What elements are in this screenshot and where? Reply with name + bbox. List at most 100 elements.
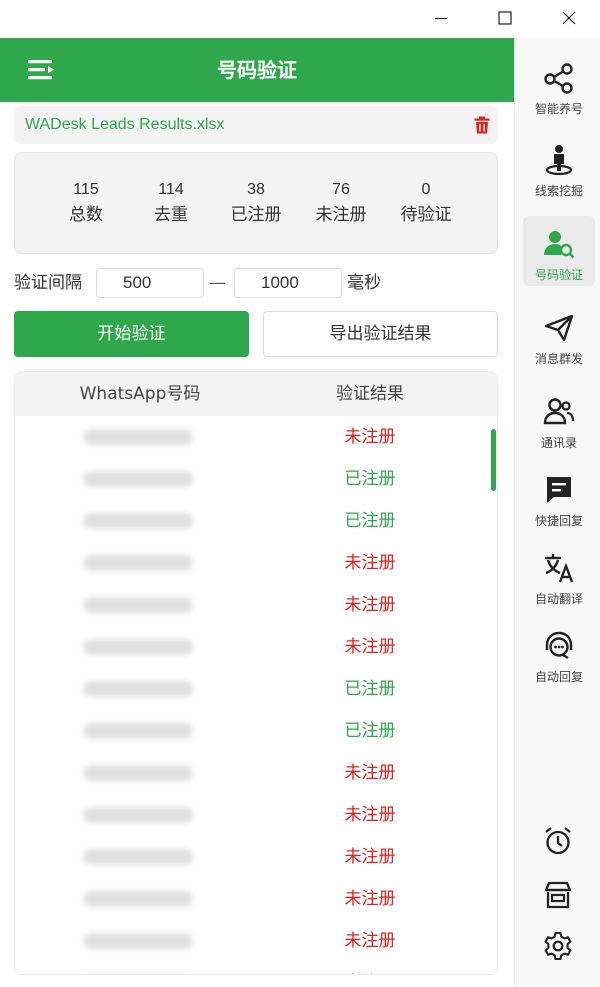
stat-value: 114 [158, 181, 184, 198]
table-row: 已注册 [15, 458, 485, 500]
stat-dedup: 114 去重 [131, 179, 211, 229]
table-row: 未注册 [15, 416, 485, 458]
interval-label: 验证间隔 [14, 273, 82, 293]
table-row: 未注册 [15, 542, 485, 584]
contacts-icon [543, 398, 575, 425]
interval-max-input[interactable]: 1000 [234, 268, 342, 298]
stat-value: 38 [247, 181, 265, 198]
table-row: 已注册 [15, 500, 485, 542]
interval-row: 验证间隔 500 — 1000 毫秒 [14, 268, 498, 298]
stat-label: 未注册 [315, 205, 367, 225]
maximize-button[interactable] [482, 0, 528, 36]
verify-result: 未注册 [344, 847, 396, 867]
table-body[interactable]: 未注册已注册已注册未注册未注册未注册已注册已注册未注册未注册未注册未注册未注册未… [15, 416, 497, 974]
window-titlebar [0, 0, 600, 38]
verify-result: 未注册 [344, 637, 396, 657]
verify-result: 未注册 [305, 962, 435, 974]
table-header: WhatsApp号码 验证结果 [15, 372, 497, 416]
minimize-icon [435, 17, 447, 20]
start-verify-button[interactable]: 开始验证 [14, 311, 249, 357]
phone-number-redacted [83, 681, 193, 697]
table-row: 未注册 [15, 836, 485, 878]
stat-value: 0 [421, 181, 431, 198]
share-nodes-icon [544, 63, 573, 94]
interval-dash: — [209, 273, 226, 293]
sidebar-item-auto-reply[interactable]: 自动回复 [523, 618, 595, 688]
table-row: 未注册 [15, 584, 485, 626]
verify-result: 未注册 [344, 763, 396, 783]
main-panel: 号码验证 WADesk Leads Results.xlsx 115 总数 11… [0, 38, 514, 987]
table-row: 未注册 [15, 920, 485, 962]
phone-number-redacted [83, 639, 193, 655]
sidebar-item-lead-mining[interactable]: 线索挖掘 [523, 132, 595, 202]
close-icon [562, 11, 576, 25]
export-results-button[interactable]: 导出验证结果 [263, 311, 498, 357]
close-button[interactable] [546, 0, 592, 36]
sidebar-item-label: 自动翻译 [534, 592, 583, 606]
trash-icon[interactable] [474, 116, 490, 134]
scrollbar-thumb[interactable] [491, 429, 496, 491]
sidebar-item-label: 智能养号 [534, 102, 583, 116]
stat-value: 115 [73, 181, 99, 198]
alarm-clock-icon[interactable] [543, 826, 573, 856]
file-row: WADesk Leads Results.xlsx [14, 106, 498, 144]
interval-min-input[interactable]: 500 [96, 268, 204, 298]
sidebar-item-auto-translate[interactable]: 自动翻译 [523, 540, 595, 610]
column-header-phone: WhatsApp号码 [79, 384, 201, 404]
sidebar-item-number-verify[interactable]: 号码验证 [523, 216, 595, 286]
verify-result: 已注册 [344, 679, 396, 699]
interval-unit: 毫秒 [347, 273, 381, 293]
table-row: 未注册 [15, 752, 485, 794]
translate-icon [545, 554, 574, 583]
sidebar-item-quick-reply[interactable]: 快捷回复 [523, 462, 595, 532]
phone-number-redacted [83, 765, 193, 781]
results-table: WhatsApp号码 验证结果 未注册 已注册 已注册 未注册 未注册 未注册 已注册 已注册… [14, 371, 498, 975]
sidebar-item-label: 号码验证 [534, 268, 583, 282]
sidebar-item-contacts[interactable]: 通讯录 [523, 384, 595, 454]
verify-result: 未注册 [344, 931, 396, 951]
stat-pending: 0 待验证 [386, 179, 466, 229]
verify-result: 已注册 [344, 721, 396, 741]
sidebar-item-label: 消息群发 [534, 352, 583, 366]
stats-panel: 115 总数 114 去重 38 已注册 76 未注册 0 待验证 [14, 152, 498, 254]
verify-result: 未注册 [344, 805, 396, 825]
stat-total: 115 总数 [46, 179, 126, 229]
person-location-icon [545, 145, 573, 176]
paper-plane-icon [544, 314, 574, 342]
sidebar-item-label: 线索挖掘 [534, 184, 583, 198]
sidebar-item-label: 自动回复 [534, 670, 583, 684]
minimize-button[interactable] [418, 0, 464, 36]
verify-result: 已注册 [344, 511, 396, 531]
table-row: 未注册 [15, 794, 485, 836]
phone-number-redacted [83, 807, 193, 823]
phone-number-redacted [83, 597, 193, 613]
phone-number-redacted [83, 891, 193, 907]
stat-unregistered: 76 未注册 [301, 179, 381, 229]
sidebar-item-smart-nurture[interactable]: 智能养号 [523, 50, 595, 120]
verify-result: 未注册 [344, 553, 396, 573]
header-bar: 号码验证 [0, 38, 514, 102]
sidebar-item-mass-message[interactable]: 消息群发 [523, 300, 595, 370]
column-header-result: 验证结果 [336, 384, 404, 404]
phone-number-redacted [83, 849, 193, 865]
store-icon[interactable] [543, 880, 573, 910]
verify-result: 未注册 [344, 595, 396, 615]
headset-chat-icon [545, 631, 573, 660]
file-name: WADesk Leads Results.xlsx [25, 116, 225, 133]
sidebar-item-label: 快捷回复 [534, 514, 583, 528]
phone-number-redacted [83, 555, 193, 571]
phone-number-redacted [83, 513, 193, 529]
gear-icon[interactable] [543, 931, 573, 961]
verify-result: 未注册 [344, 889, 396, 909]
phone-number-redacted [83, 471, 193, 487]
table-row: 未注册 [15, 962, 485, 974]
phone-number-redacted [83, 723, 193, 739]
phone-number-redacted [83, 429, 193, 445]
page-title: 号码验证 [217, 58, 297, 82]
sidebar: 智能养号 线索挖掘 号码验证 消息群发 通讯录 快捷回复 自动翻译 自动回复 [514, 38, 600, 987]
verify-result: 已注册 [344, 469, 396, 489]
stat-label: 待验证 [400, 205, 452, 225]
table-row: 未注册 [15, 626, 485, 668]
stat-registered: 38 已注册 [216, 179, 296, 229]
sidebar-item-label: 通讯录 [540, 436, 577, 450]
